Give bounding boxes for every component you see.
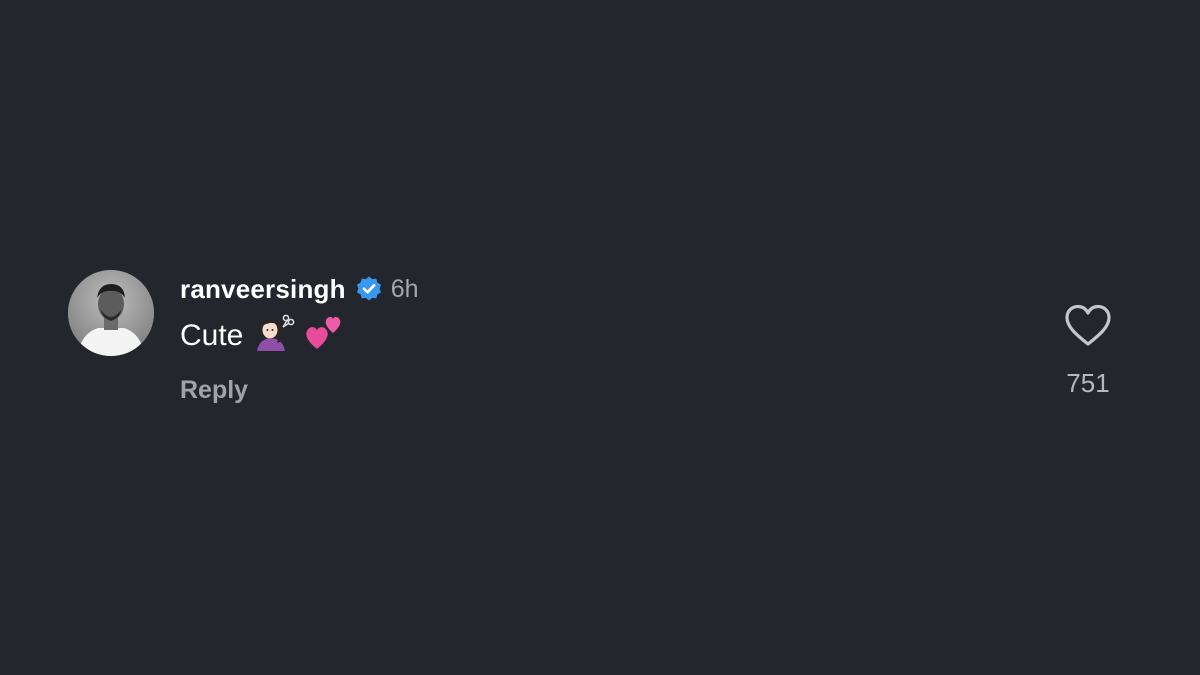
heart-outline-icon[interactable] <box>1064 304 1112 348</box>
username-link[interactable]: ranveersingh <box>180 274 346 305</box>
like-count: 751 <box>1066 368 1110 398</box>
comment-body: ranveersingh 6h Cute Reply <box>180 270 880 405</box>
comment-text: Cute <box>180 313 880 359</box>
avatar[interactable] <box>68 270 154 356</box>
comment-header: ranveersingh 6h <box>180 270 880 308</box>
verified-badge-icon <box>355 275 383 303</box>
comment-item: ranveersingh 6h Cute Reply 751 <box>0 0 1200 675</box>
comment-text-content: Cute <box>180 319 244 352</box>
avatar-image <box>68 270 154 356</box>
reply-button[interactable]: Reply <box>180 376 248 405</box>
woman-getting-haircut-emoji-icon <box>253 313 295 359</box>
like-area: 751 <box>1050 304 1126 399</box>
comment-timestamp: 6h <box>390 274 419 303</box>
two-hearts-emoji-icon <box>305 313 345 359</box>
